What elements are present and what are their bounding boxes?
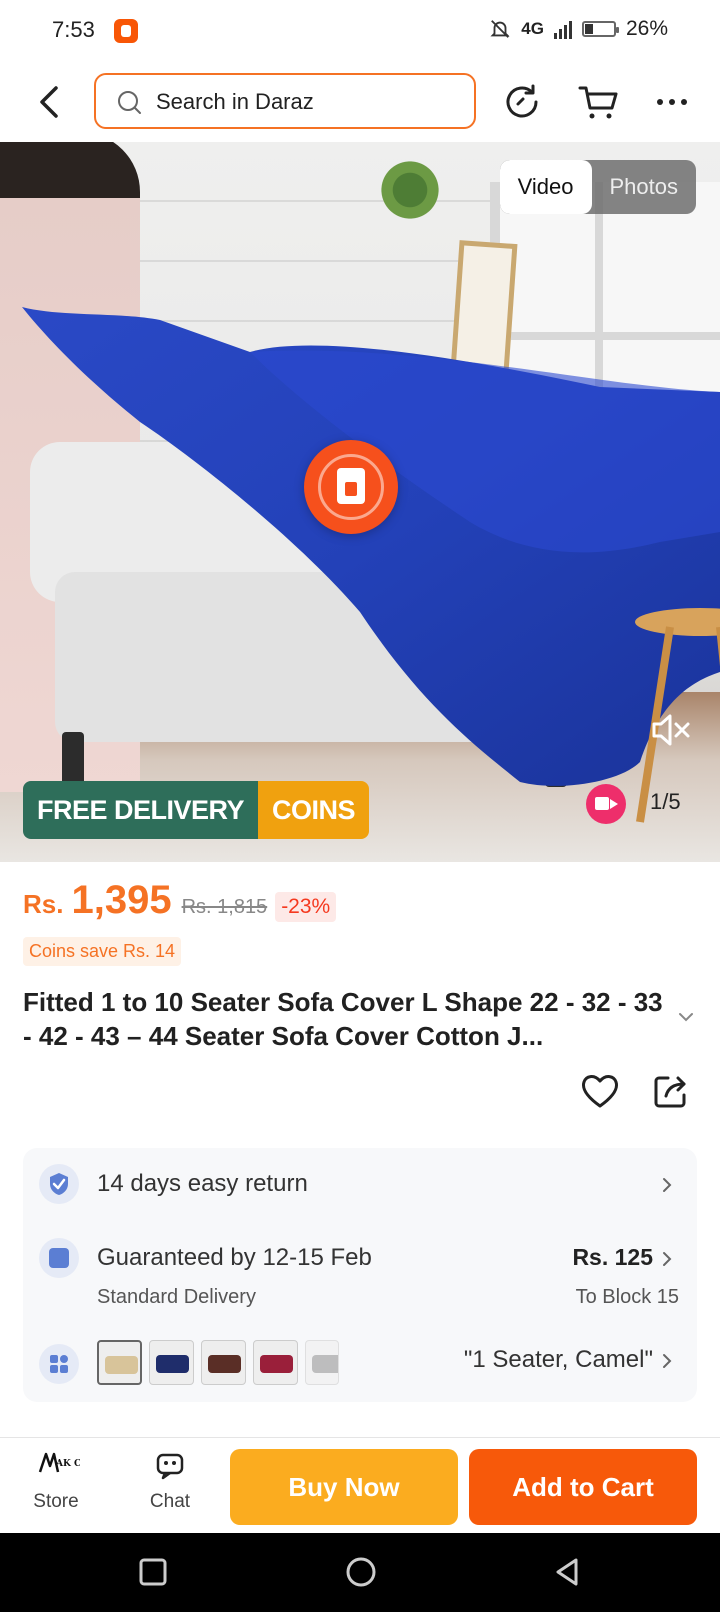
product-title[interactable]: Fitted 1 to 10 Seater Sofa Cover L Shape… xyxy=(23,985,663,1053)
back-triangle-icon[interactable] xyxy=(550,1555,584,1589)
variant-thumb[interactable] xyxy=(97,1340,142,1385)
system-nav-bar xyxy=(0,1533,720,1612)
chevron-right-icon xyxy=(663,1252,672,1266)
variant-swatch xyxy=(260,1355,293,1373)
battery-percent: 26% xyxy=(625,17,668,40)
return-policy-text: 14 days easy return xyxy=(97,1170,308,1197)
battery-icon xyxy=(581,21,619,37)
video-tab[interactable]: Video xyxy=(499,160,592,214)
video-camera-icon xyxy=(586,784,626,824)
price-row: Rs. 1,395 Rs. 1,815 -23% xyxy=(23,878,337,923)
media-counter: 1/5 xyxy=(650,789,681,814)
delivery-box-icon xyxy=(39,1238,79,1278)
buy-now-button[interactable]: Buy Now xyxy=(230,1449,458,1525)
price-currency: Rs. xyxy=(23,889,64,919)
variant-thumbnails xyxy=(97,1340,339,1385)
photos-tab[interactable]: Photos xyxy=(592,160,697,214)
more-options-icon[interactable] xyxy=(650,80,694,124)
network-type: 4G xyxy=(521,19,544,38)
chat-bot-icon xyxy=(156,1453,184,1480)
recents-square-icon[interactable] xyxy=(136,1555,170,1589)
delivery-guarantee-text: Guaranteed by 12-15 Feb xyxy=(97,1244,372,1271)
top-header: Search in Daraz xyxy=(0,62,720,142)
variant-thumb[interactable] xyxy=(253,1340,298,1385)
selected-variant: "1 Seater, Camel" xyxy=(463,1346,653,1373)
variants-grid-icon xyxy=(39,1344,79,1384)
bottom-action-bar: AK Collection Store Chat Buy Now Add to … xyxy=(0,1437,720,1533)
search-icon xyxy=(118,91,141,114)
chevron-right-icon xyxy=(663,1354,672,1368)
variant-swatch xyxy=(312,1355,338,1373)
search-placeholder: Search in Daraz xyxy=(156,89,314,114)
box-core xyxy=(49,1248,69,1268)
variant-thumb[interactable] xyxy=(305,1340,339,1385)
store-logo-text: AK Collection xyxy=(55,1459,80,1469)
variant-swatch xyxy=(105,1356,138,1374)
discount-badge: -23% xyxy=(275,892,337,922)
delivery-fee: Rs. 125 xyxy=(572,1244,653,1270)
search-input[interactable]: Search in Daraz xyxy=(94,73,476,129)
service-info-card: 14 days easy return Guaranteed by 12-15 … xyxy=(23,1148,697,1402)
shield-check-icon xyxy=(39,1164,79,1204)
bell-off-icon xyxy=(490,20,510,38)
signal-icon xyxy=(553,19,572,39)
status-indicators: 4G 26% xyxy=(489,17,668,41)
daraz-play-icon xyxy=(337,468,365,504)
home-circle-icon[interactable] xyxy=(344,1555,378,1589)
chat-button[interactable]: Chat xyxy=(130,1450,210,1513)
variant-thumb[interactable] xyxy=(149,1340,194,1385)
coins-badge: COINS xyxy=(258,781,370,839)
original-price: Rs. 1,815 xyxy=(181,896,268,918)
store-logo-icon: AK Collection xyxy=(38,1452,126,1473)
product-media-gallery[interactable]: Video Photos FREE DELIVERY COINS 1/5 xyxy=(0,142,720,862)
free-delivery-badge: FREE DELIVERY xyxy=(23,781,259,839)
status-bar: 7:53 4G 26% xyxy=(0,0,720,62)
daraz-notification-icon xyxy=(114,19,138,43)
history-icon[interactable] xyxy=(500,80,544,124)
store-label: Store xyxy=(33,1491,79,1512)
variant-swatch xyxy=(208,1355,241,1373)
mute-icon[interactable] xyxy=(648,708,692,752)
back-arrow-icon[interactable] xyxy=(30,80,70,124)
wishlist-heart-icon[interactable] xyxy=(580,1072,620,1110)
play-video-button[interactable] xyxy=(304,440,398,534)
variant-swatch xyxy=(156,1355,189,1373)
chat-label: Chat xyxy=(149,1491,191,1512)
delivery-destination: To Block 15 xyxy=(575,1286,679,1308)
variant-thumb[interactable] xyxy=(201,1340,246,1385)
store-button[interactable]: AK Collection Store xyxy=(16,1450,126,1513)
media-type-toggle[interactable]: Video Photos xyxy=(499,160,697,214)
expand-title-chevron-icon[interactable] xyxy=(676,1010,696,1024)
add-to-cart-button[interactable]: Add to Cart xyxy=(469,1449,697,1525)
share-icon[interactable] xyxy=(652,1072,690,1110)
status-time: 7:53 xyxy=(52,17,95,42)
coins-save-badge: Coins save Rs. 14 xyxy=(23,937,182,966)
promo-badges: FREE DELIVERY COINS xyxy=(23,781,370,839)
cart-icon[interactable] xyxy=(576,80,620,124)
chevron-right-icon xyxy=(663,1178,672,1192)
delivery-type-text: Standard Delivery xyxy=(97,1286,256,1308)
current-price: 1,395 xyxy=(71,878,172,922)
